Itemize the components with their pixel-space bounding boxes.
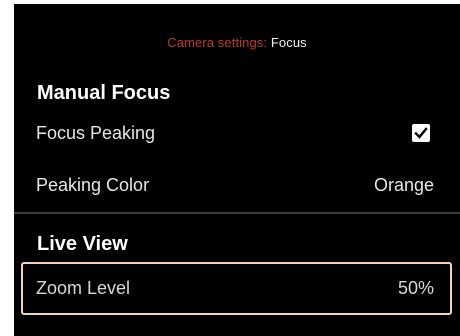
setting-row-focus-peaking[interactable]: Focus Peaking bbox=[14, 111, 460, 155]
setting-row-peaking-color[interactable]: Peaking Color Orange bbox=[14, 163, 460, 207]
setting-value: 50% bbox=[397, 278, 434, 298]
breadcrumb-current: Focus bbox=[270, 35, 307, 50]
section-title-live-view: Live View bbox=[37, 233, 128, 255]
section-divider bbox=[14, 212, 460, 214]
setting-label: Zoom Level bbox=[36, 278, 131, 298]
section-title-manual-focus: Manual Focus bbox=[37, 82, 171, 104]
check-icon bbox=[414, 127, 428, 139]
focus-peaking-checkbox[interactable] bbox=[412, 124, 430, 142]
breadcrumb-parent: Camera settings: bbox=[167, 35, 268, 50]
setting-label: Peaking Color bbox=[36, 174, 150, 195]
setting-value: Orange bbox=[373, 174, 434, 195]
camera-settings-screen: Camera settings: Focus Manual Focus Focu… bbox=[14, 4, 460, 336]
setting-label: Focus Peaking bbox=[36, 122, 156, 143]
setting-row-zoom-level[interactable]: Zoom Level 50% bbox=[21, 262, 452, 315]
settings-breadcrumb: Camera settings: Focus bbox=[14, 35, 460, 50]
